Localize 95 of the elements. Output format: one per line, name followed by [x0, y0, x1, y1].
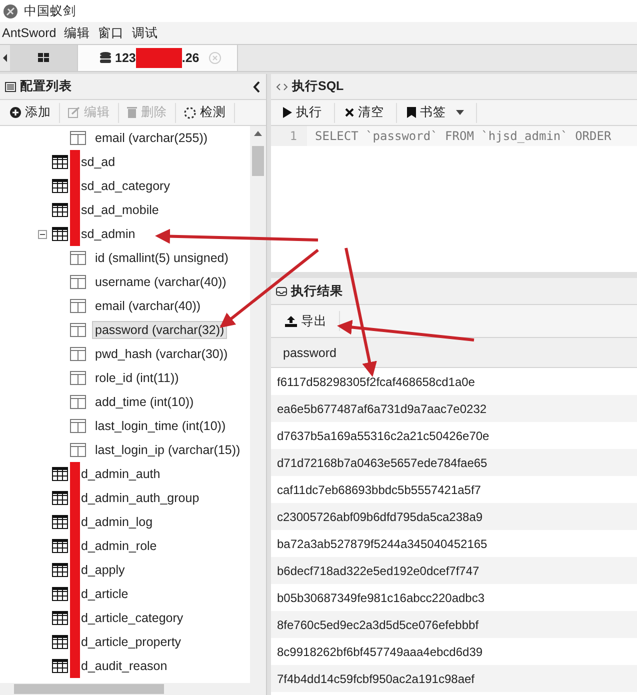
column-name[interactable]: pwd_hash (varchar(30)) — [92, 345, 231, 363]
caret-icon — [456, 110, 464, 115]
column-name[interactable]: last_login_time (int(10)) — [92, 417, 229, 435]
table-icon — [52, 515, 68, 529]
column-icon — [70, 323, 86, 337]
column-name[interactable]: id (smallint(5) unsigned) — [92, 249, 232, 267]
table-cell: d71d72168b7a0463e5657ede784fae65 — [271, 449, 637, 476]
bookmark-icon — [407, 107, 416, 118]
table-icon — [52, 467, 68, 481]
column-icon — [70, 347, 86, 361]
scroll-thumb[interactable] — [252, 146, 264, 176]
column-icon — [70, 275, 86, 289]
upload-icon — [285, 316, 297, 326]
collapse-panel-icon[interactable] — [253, 80, 261, 92]
inbox-icon — [276, 286, 287, 296]
line-number: 1 — [271, 126, 307, 146]
table-cell: 8fe760c5ed9ec2a3d5d5ce076efebbbf — [271, 611, 637, 638]
toolbar-button[interactable]: 检测 — [176, 102, 235, 122]
table-icon — [52, 491, 68, 505]
column-name[interactable]: last_login_ip (varchar(15)) — [92, 441, 244, 459]
table-name[interactable]: d_audit_reason — [78, 657, 170, 675]
table-icon — [52, 635, 68, 649]
table-cell: c23005726abf09b6dfd795da5ca238a9 — [271, 503, 637, 530]
column-name[interactable]: password (varchar(32)) — [92, 321, 228, 339]
toolbar-button[interactable]: 书签 — [397, 102, 477, 122]
code-icon — [276, 82, 288, 92]
column-icon — [70, 395, 86, 409]
home-tab[interactable] — [10, 45, 78, 71]
vertical-scrollbar[interactable] — [250, 126, 266, 683]
toolbar-button[interactable]: 添加 — [2, 102, 60, 122]
table-name[interactable]: d_admin_auth_group — [78, 489, 202, 507]
table-cell: ea6e5b677487af6a731d9a7aac7e0232 — [271, 395, 637, 422]
table-icon — [52, 203, 68, 217]
column-icon — [70, 371, 86, 385]
table-icon — [52, 539, 68, 553]
table-icon — [52, 587, 68, 601]
panel-title: 执行结果 — [291, 282, 343, 300]
table-name[interactable]: sd_ad_category — [78, 177, 173, 195]
table-name[interactable]: sd_ad_mobile — [78, 201, 162, 219]
column-icon — [70, 299, 86, 313]
database-icon — [100, 52, 111, 64]
table-name[interactable]: d_admin_role — [78, 537, 160, 555]
table-name[interactable]: d_article_property — [78, 633, 184, 651]
scroll-thumb[interactable] — [14, 684, 164, 694]
table-name[interactable]: d_apply — [78, 561, 128, 579]
horizontal-scrollbar[interactable] — [0, 683, 266, 695]
app-logo — [3, 4, 18, 18]
table-name[interactable]: d_admin_auth — [78, 465, 164, 483]
close-icon — [345, 108, 354, 117]
play-icon — [283, 107, 292, 118]
add-icon — [10, 107, 21, 118]
collapse-icon[interactable] — [38, 230, 47, 238]
column-icon — [70, 443, 86, 457]
column-name[interactable]: email (varchar(40)) — [92, 297, 204, 315]
table-icon — [52, 179, 68, 193]
spinner-icon — [184, 106, 196, 118]
column-header[interactable]: password — [283, 346, 336, 360]
scroll-up-icon[interactable] — [254, 130, 262, 136]
code-line: SELECT `password` FROM `hjsd_admin` ORDER — [314, 129, 612, 143]
column-name[interactable]: role_id (int(11)) — [92, 369, 182, 387]
table-icon — [52, 563, 68, 577]
table-name[interactable]: sd_ad — [78, 153, 118, 171]
column-name[interactable]: email (varchar(255)) — [92, 129, 211, 147]
column-icon — [70, 131, 86, 145]
table-icon — [52, 227, 68, 241]
panel-title: 执行SQL — [292, 78, 344, 95]
menu-item[interactable]: 调试 — [130, 24, 164, 42]
table-name[interactable]: d_article — [78, 585, 132, 603]
table-icon — [52, 155, 68, 169]
menu-item[interactable]: 窗口 — [96, 24, 130, 42]
table-name[interactable]: d_admin_log — [78, 513, 156, 531]
toolbar-button[interactable]: 执行 — [273, 102, 335, 122]
column-icon — [70, 251, 86, 265]
table-cell: 7f4b4dd14c59fcbf950ac2a191c98aef — [271, 665, 637, 692]
panel-title: 配置列表 — [20, 78, 72, 95]
window-title: 中国蚁剑 — [24, 2, 76, 20]
tab-label: .26 — [182, 51, 200, 65]
table-name[interactable]: sd_admin — [78, 225, 138, 243]
column-name[interactable]: add_time (int(10)) — [92, 393, 197, 411]
trash-icon — [127, 107, 137, 118]
toolbar-button[interactable]: 导出 — [273, 311, 340, 331]
toolbar-button[interactable]: 清空 — [335, 102, 397, 122]
tab-label: 123 — [115, 51, 136, 65]
column-icon — [70, 419, 86, 433]
column-name[interactable]: username (varchar(40)) — [92, 273, 230, 291]
list-icon — [5, 82, 16, 92]
grid-icon — [38, 53, 49, 63]
menu-item[interactable]: 编辑 — [62, 24, 96, 42]
table-icon — [52, 611, 68, 625]
menu-item[interactable]: AntSword — [0, 26, 62, 40]
table-name[interactable]: d_article_category — [78, 609, 186, 627]
table-cell: b6decf718ad322e5ed192e0dcef7f747 — [271, 557, 637, 584]
connection-tab[interactable]: 123 .26 — [78, 45, 238, 71]
edit-icon — [68, 107, 80, 118]
table-icon — [52, 659, 68, 673]
